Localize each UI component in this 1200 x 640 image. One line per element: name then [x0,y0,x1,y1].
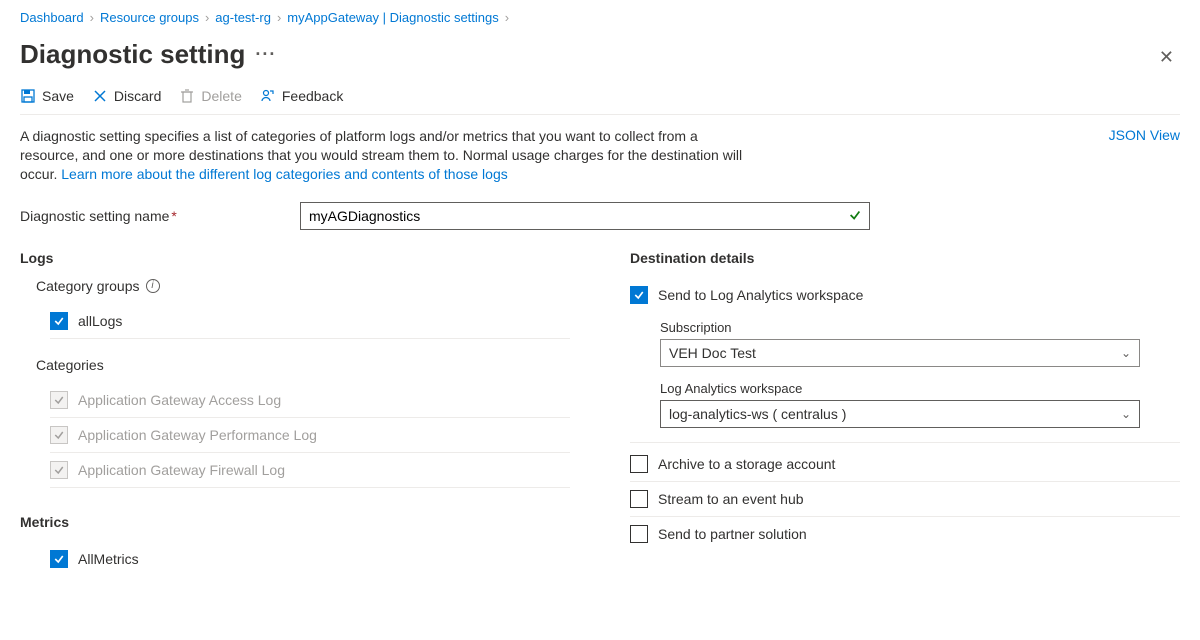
allmetrics-checkbox[interactable] [50,550,68,568]
destination-column: Destination details Send to Log Analytic… [630,250,1180,576]
categories-heading: Categories [36,357,570,373]
alllogs-label: allLogs [78,313,122,329]
log-category-row-1: Application Gateway Performance Log [50,418,570,453]
chevron-down-icon: ⌄ [1121,346,1131,360]
discard-button[interactable]: Discard [92,88,161,104]
chevron-right-icon: › [505,10,509,25]
subscription-select[interactable]: VEH Doc Test ⌄ [660,339,1140,367]
learn-more-link[interactable]: Learn more about the different log categ… [61,166,507,182]
setting-name-input-wrap [300,202,870,230]
close-icon[interactable]: ✕ [1153,41,1180,74]
toolbar: Save Discard Delete Feedback [20,80,1180,115]
subscription-field: Subscription VEH Doc Test ⌄ [660,320,1180,367]
feedback-label: Feedback [282,88,343,104]
save-button[interactable]: Save [20,88,74,104]
log-category-checkbox-1 [50,426,68,444]
description-row: A diagnostic setting specifies a list of… [20,127,1180,184]
breadcrumb-item-1[interactable]: Resource groups [100,10,199,25]
partner-row: Send to partner solution [630,517,1180,551]
category-groups-label: Category groups [36,278,140,294]
workspace-select[interactable]: log-analytics-ws ( centralus ) ⌄ [660,400,1140,428]
send-la-label: Send to Log Analytics workspace [658,287,863,303]
more-menu-icon[interactable]: ··· [255,44,276,65]
stream-label: Stream to an event hub [658,491,804,507]
feedback-icon [260,88,276,104]
metrics-heading: Metrics [20,514,570,530]
setting-name-label-text: Diagnostic setting name [20,208,169,224]
title-row: Diagnostic setting ··· ✕ [20,35,1180,80]
save-icon [20,88,36,104]
subscription-value: VEH Doc Test [669,345,756,361]
discard-label: Discard [114,88,161,104]
info-icon[interactable]: i [146,279,160,293]
setting-name-row: Diagnostic setting name* [20,202,1180,230]
setting-name-label: Diagnostic setting name* [20,208,270,224]
chevron-down-icon: ⌄ [1121,407,1131,421]
main-columns: Logs Category groups i allLogs Categorie… [20,250,1180,576]
discard-icon [92,88,108,104]
logs-heading: Logs [20,250,570,266]
feedback-button[interactable]: Feedback [260,88,343,104]
archive-label: Archive to a storage account [658,456,835,472]
chevron-right-icon: › [205,10,209,25]
send-la-row: Send to Log Analytics workspace [630,278,1180,312]
delete-label: Delete [201,88,241,104]
log-category-row-0: Application Gateway Access Log [50,383,570,418]
page-title: Diagnostic setting ··· [20,39,276,70]
save-label: Save [42,88,74,104]
chevron-right-icon: › [90,10,94,25]
chevron-right-icon: › [277,10,281,25]
destination-heading: Destination details [630,250,1180,266]
workspace-label: Log Analytics workspace [660,381,1180,396]
partner-checkbox[interactable] [630,525,648,543]
workspace-field: Log Analytics workspace log-analytics-ws… [660,381,1180,428]
log-category-label-0: Application Gateway Access Log [78,392,281,408]
stream-checkbox[interactable] [630,490,648,508]
divider [630,442,1180,443]
log-category-row-2: Application Gateway Firewall Log [50,453,570,488]
send-la-checkbox[interactable] [630,286,648,304]
description-text: A diagnostic setting specifies a list of… [20,127,760,184]
alllogs-checkbox[interactable] [50,312,68,330]
archive-row: Archive to a storage account [630,447,1180,482]
breadcrumb-item-0[interactable]: Dashboard [20,10,84,25]
breadcrumb-item-3[interactable]: myAppGateway | Diagnostic settings [287,10,498,25]
alllogs-checkbox-row: allLogs [50,304,570,339]
workspace-value: log-analytics-ws ( centralus ) [669,406,846,422]
required-indicator: * [171,208,176,224]
delete-button: Delete [179,88,241,104]
log-category-checkbox-2 [50,461,68,479]
page-title-text: Diagnostic setting [20,39,245,70]
category-groups-heading: Category groups i [36,278,570,294]
delete-icon [179,88,195,104]
partner-label: Send to partner solution [658,526,807,542]
valid-check-icon [848,208,862,225]
log-category-label-1: Application Gateway Performance Log [78,427,317,443]
logs-column: Logs Category groups i allLogs Categorie… [20,250,570,576]
json-view-link[interactable]: JSON View [1109,127,1180,184]
breadcrumb-item-2[interactable]: ag-test-rg [215,10,271,25]
log-category-label-2: Application Gateway Firewall Log [78,462,285,478]
subscription-label: Subscription [660,320,1180,335]
allmetrics-label: AllMetrics [78,551,139,567]
log-category-checkbox-0 [50,391,68,409]
stream-row: Stream to an event hub [630,482,1180,517]
allmetrics-row: AllMetrics [50,542,570,576]
setting-name-input[interactable] [300,202,870,230]
breadcrumb: Dashboard › Resource groups › ag-test-rg… [20,10,1180,25]
archive-checkbox[interactable] [630,455,648,473]
